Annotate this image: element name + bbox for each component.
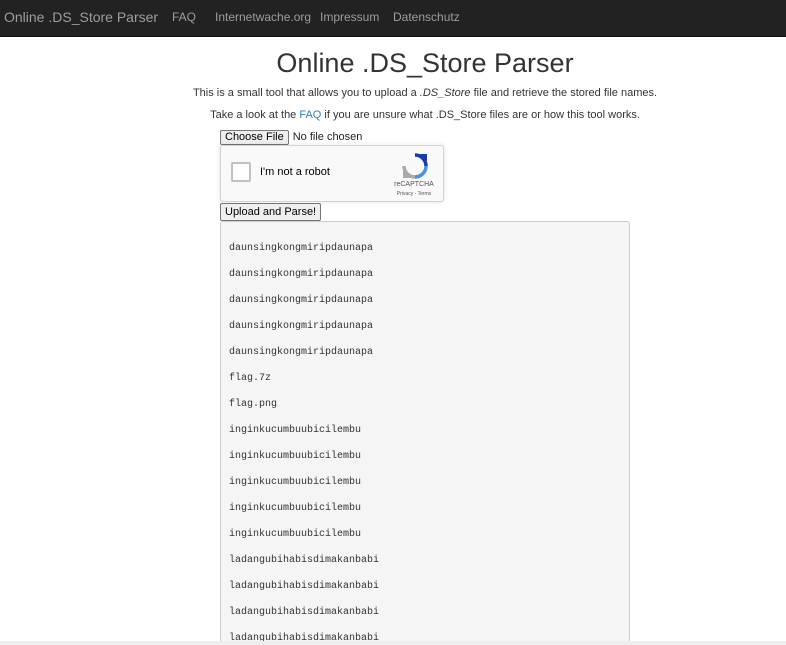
top-navbar: Online .DS_Store Parser FAQ Internetwach… (0, 0, 786, 37)
result-line: inginkucumbuubicilembu (229, 503, 362, 514)
recaptcha-brand: reCAPTCHA (394, 181, 434, 188)
recaptcha-terms: Privacy - Terms (386, 191, 442, 197)
faq-hint-part: if you are unsure what .DS_Store files a… (321, 109, 640, 121)
recaptcha-widget: I'm not a robot reCAPTCHA Privacy - Term… (220, 145, 444, 202)
faq-hint-part: Take a look at the (210, 109, 300, 121)
result-line: flag.7z (229, 373, 272, 384)
recaptcha-privacy-link[interactable]: Privacy (397, 191, 413, 197)
viewport-bottom-edge (0, 641, 786, 645)
faq-hint-text: Take a look at the FAQ if you are unsure… (0, 109, 786, 121)
choose-file-button[interactable]: Choose File (220, 130, 289, 145)
faq-link[interactable]: FAQ (299, 109, 321, 121)
recaptcha-terms-link[interactable]: Terms (418, 191, 432, 197)
result-line: ladangubihabisdimakanbabi (229, 555, 380, 566)
result-line: inginkucumbuubicilembu (229, 451, 362, 462)
results-output: daunsingkongmiripdaunapa daunsingkongmir… (220, 221, 630, 645)
result-line: daunsingkongmiripdaunapa (229, 243, 374, 254)
recaptcha-label: I'm not a robot (260, 166, 330, 178)
page-title: Online .DS_Store Parser (276, 48, 574, 78)
upload-and-parse-button[interactable]: Upload and Parse! (220, 203, 322, 221)
intro-text-part: This is a small tool that allows you to … (192, 87, 420, 99)
file-input[interactable]: Choose File No file chosen (220, 130, 362, 145)
result-line: daunsingkongmiripdaunapa (229, 269, 374, 280)
navbar-brand-link[interactable]: Online .DS_Store Parser (4, 9, 158, 25)
result-line: inginkucumbuubicilembu (229, 477, 362, 488)
recaptcha-checkbox[interactable] (231, 162, 251, 182)
intro-text-part: file and retrieve the stored file names. (470, 87, 658, 99)
nav-link-faq[interactable]: FAQ (172, 10, 196, 24)
result-line: daunsingkongmiripdaunapa (229, 347, 374, 358)
result-line: ladangubihabisdimakanbabi (229, 607, 380, 618)
result-line: ladangubihabisdimakanbabi (229, 581, 380, 592)
result-line: inginkucumbuubicilembu (229, 425, 362, 436)
nav-link-impressum[interactable]: Impressum (320, 10, 379, 24)
nav-link-datenschutz[interactable]: Datenschutz (393, 10, 460, 24)
intro-filename-emphasis: .DS_Store (419, 87, 471, 99)
result-line: flag.png (229, 399, 278, 410)
recaptcha-logo-icon (402, 153, 428, 179)
result-line: daunsingkongmiripdaunapa (229, 321, 374, 332)
result-line: daunsingkongmiripdaunapa (229, 295, 374, 306)
nav-link-internetwache[interactable]: Internetwache.org (215, 10, 311, 24)
file-status-text: No file chosen (292, 131, 363, 143)
intro-text: This is a small tool that allows you to … (0, 87, 786, 99)
result-line: inginkucumbuubicilembu (229, 529, 362, 540)
